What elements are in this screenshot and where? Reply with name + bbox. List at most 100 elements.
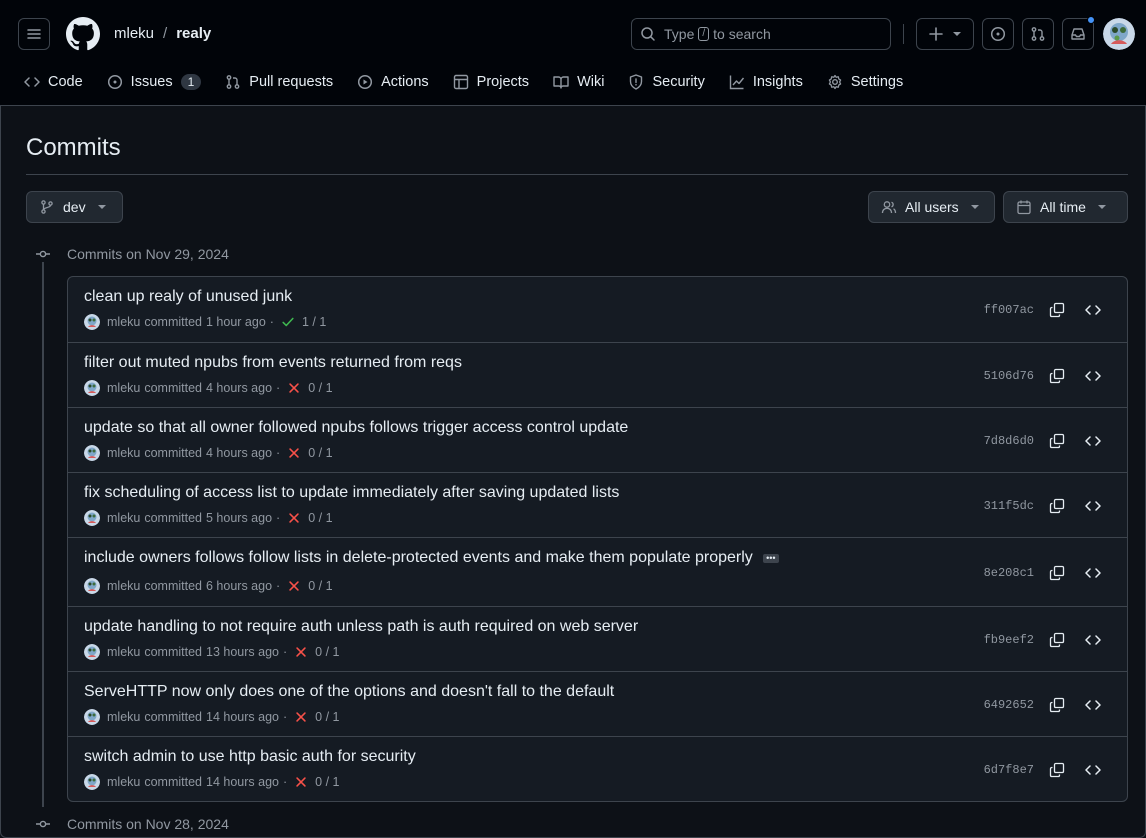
commit-author[interactable]: mleku [107,579,140,593]
meta-separator: · [269,315,274,329]
commit-time: 1 hour ago [206,315,266,329]
checks-status[interactable]: 0 / 1 [294,710,339,724]
commit-sha[interactable]: 5106d76 [984,369,1034,383]
commit-message[interactable]: clean up realy of unused junk [84,288,292,306]
checks-status[interactable]: 0 / 1 [287,446,333,460]
commit-verb: committed [144,579,202,593]
tab-security[interactable]: Security [628,74,705,90]
time-filter[interactable]: All time [1003,191,1128,223]
code-icon [1085,700,1101,710]
commit-author[interactable]: mleku [107,645,140,659]
browse-repo-button[interactable] [1083,630,1103,650]
commit-verb: committed [144,511,202,525]
commit-author[interactable]: mleku [107,775,140,789]
copy-sha-button[interactable] [1047,300,1067,320]
commit-meta: mleku committed 4 hours ago · 0 / 1 [84,380,333,396]
commit-message[interactable]: fix scheduling of access list to update … [84,484,619,502]
commit-group-date: Commits on Nov 29, 2024 [67,246,229,262]
owner-link[interactable]: mleku [114,25,154,42]
create-new-button[interactable] [916,18,974,50]
tab-actions[interactable]: Actions [357,74,429,90]
copy-sha-button[interactable] [1047,496,1067,516]
users-filter[interactable]: All users [868,191,995,223]
commit-time: 14 hours ago [206,710,279,724]
commit-message[interactable]: ServeHTTP now only does one of the optio… [84,683,614,701]
avatar[interactable] [84,644,100,660]
browse-repo-button[interactable] [1083,695,1103,715]
issues-shortcut-button[interactable] [982,18,1014,50]
commit-author[interactable]: mleku [107,381,140,395]
commit-sha[interactable]: ff007ac [984,303,1034,317]
notification-indicator [1087,16,1095,24]
commit-message[interactable]: include owners follows follow lists in d… [84,549,753,567]
checks-status[interactable]: 0 / 1 [294,775,339,789]
commit-verb: committed [144,446,202,460]
calendar-icon [1017,200,1031,215]
copy-sha-button[interactable] [1047,563,1067,583]
search-input[interactable]: Type / to search [631,18,891,50]
code-icon [1085,436,1101,446]
commit-message[interactable]: switch admin to use http basic auth for … [84,748,416,766]
checks-status[interactable]: 1 / 1 [281,315,326,329]
commit-row: ServeHTTP now only does one of the optio… [68,671,1127,736]
commit-message[interactable]: update so that all owner followed npubs … [84,419,628,437]
tab-insights[interactable]: Insights [729,74,803,90]
expand-description-button[interactable]: ••• [762,553,779,563]
tab-code[interactable]: Code [24,74,83,90]
checks-status[interactable]: 0 / 1 [287,511,333,525]
menu-button[interactable] [18,18,50,50]
commit-sha[interactable]: 7d8d6d0 [984,434,1034,448]
browse-repo-button[interactable] [1083,563,1103,583]
avatar[interactable] [84,709,100,725]
browse-repo-button[interactable] [1083,431,1103,451]
tab-settings[interactable]: Settings [827,74,903,90]
repo-link[interactable]: realy [176,25,211,42]
commit-message-wrap: fix scheduling of access list to update … [84,484,619,502]
avatar[interactable] [84,314,100,330]
avatar[interactable] [84,380,100,396]
commit-sha[interactable]: 8e208c1 [984,566,1034,580]
chevron-down-icon [97,205,106,209]
copy-icon [1049,697,1065,713]
copy-sha-button[interactable] [1047,630,1067,650]
commit-sha[interactable]: 6492652 [984,698,1034,712]
github-logo-icon[interactable] [66,17,100,51]
shield-icon [630,74,643,90]
checks-count: 0 / 1 [315,775,340,789]
commit-sha[interactable]: fb9eef2 [984,633,1034,647]
commit-meta: mleku committed 1 hour ago · 1 / 1 [84,314,326,330]
avatar[interactable] [84,578,100,594]
browse-repo-button[interactable] [1083,760,1103,780]
user-avatar[interactable] [1103,18,1135,50]
browse-repo-button[interactable] [1083,300,1103,320]
commit-author[interactable]: mleku [107,446,140,460]
tab-projects[interactable]: Projects [453,74,529,90]
checks-status[interactable]: 0 / 1 [287,381,333,395]
avatar[interactable] [84,510,100,526]
copy-sha-button[interactable] [1047,431,1067,451]
commit-author[interactable]: mleku [107,315,140,329]
commit-author[interactable]: mleku [107,511,140,525]
commit-sha[interactable]: 6d7f8e7 [984,763,1034,777]
code-icon [1085,305,1101,315]
copy-sha-button[interactable] [1047,760,1067,780]
avatar[interactable] [84,774,100,790]
commit-sha[interactable]: 311f5dc [984,499,1034,513]
copy-sha-button[interactable] [1047,695,1067,715]
repository-nav: Code Issues 1 Pull requests Actions Proj… [24,71,927,93]
commit-message[interactable]: filter out muted npubs from events retur… [84,354,462,372]
avatar[interactable] [84,445,100,461]
checks-status[interactable]: 0 / 1 [294,645,339,659]
commit-time: 13 hours ago [206,645,279,659]
commit-message[interactable]: update handling to not require auth unle… [84,618,638,636]
pull-requests-shortcut-button[interactable] [1022,18,1054,50]
branch-selector[interactable]: dev [26,191,123,223]
browse-repo-button[interactable] [1083,366,1103,386]
copy-sha-button[interactable] [1047,366,1067,386]
commit-author[interactable]: mleku [107,710,140,724]
tab-pull-requests[interactable]: Pull requests [225,74,333,90]
tab-wiki[interactable]: Wiki [553,74,604,90]
tab-issues[interactable]: Issues 1 [107,74,202,90]
browse-repo-button[interactable] [1083,496,1103,516]
checks-status[interactable]: 0 / 1 [287,579,333,593]
